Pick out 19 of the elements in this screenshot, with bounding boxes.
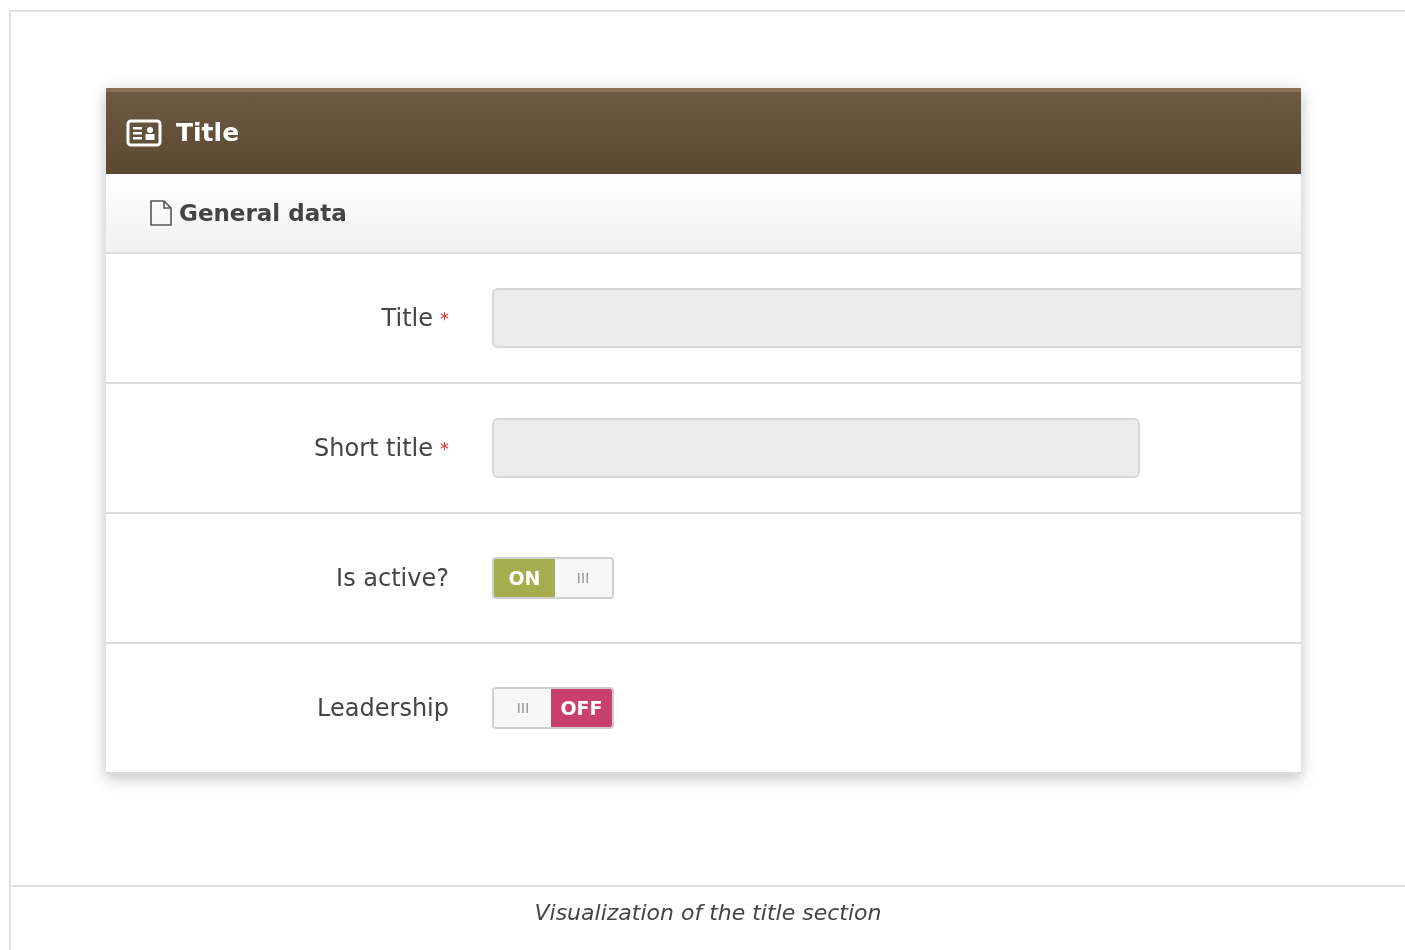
document-icon	[149, 199, 173, 227]
required-mark: *	[440, 436, 449, 461]
grip-icon	[515, 702, 530, 714]
toggle-switch[interactable]: OFF	[492, 687, 614, 729]
text-field[interactable]	[492, 288, 1301, 348]
section-title: General data	[179, 198, 347, 228]
field-label: Is active?	[336, 563, 449, 594]
toggle-switch[interactable]: ON	[492, 557, 614, 599]
field-label: Leadership	[317, 693, 449, 724]
panel-title: Title	[176, 117, 240, 150]
field-label: Title	[381, 303, 433, 334]
required-mark: *	[440, 306, 449, 331]
text-field[interactable]	[492, 418, 1140, 478]
id-card-icon	[126, 119, 162, 147]
toggle-state-label: ON	[508, 565, 541, 591]
field-label: Short title	[314, 433, 433, 464]
grip-icon	[576, 572, 591, 584]
toggle-state-label: OFF	[560, 695, 603, 721]
figure-caption: Visualization of the title section	[534, 899, 882, 927]
